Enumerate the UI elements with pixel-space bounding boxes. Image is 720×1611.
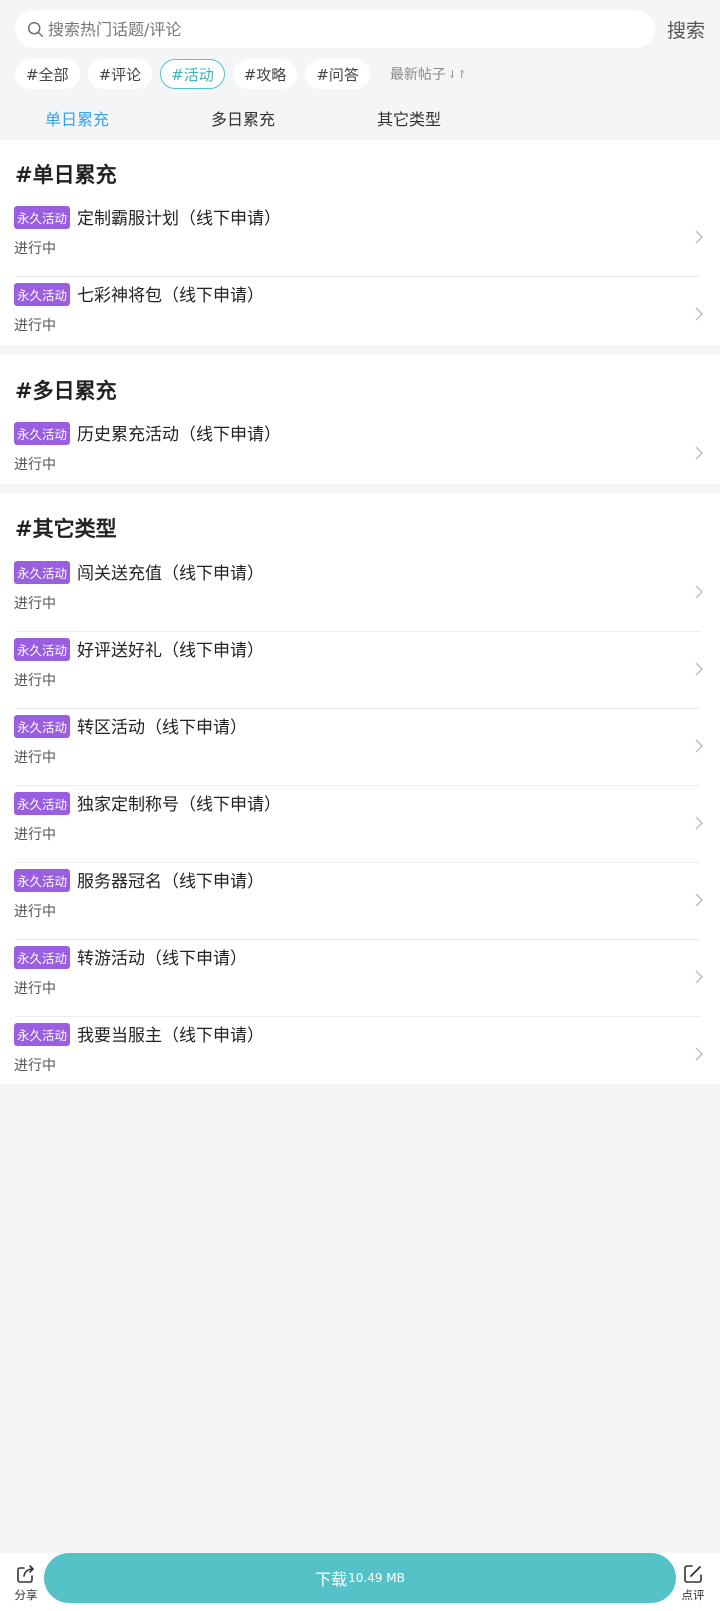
item-title: 服务器冠名（线下申请） — [77, 872, 264, 892]
share-icon — [17, 1565, 34, 1583]
permanent-badge: 永久活动 — [14, 638, 71, 661]
list-item[interactable]: 永久活动 转游活动（线下申请） 进行中 — [0, 940, 720, 1017]
chevron-right-icon — [695, 893, 703, 907]
share-button[interactable]: 分享 — [6, 1563, 46, 1603]
item-status: 进行中 — [14, 241, 56, 257]
chevron-right-icon — [695, 970, 703, 984]
chip-comment[interactable]: #评论 — [87, 59, 153, 89]
chevron-right-icon — [695, 662, 703, 676]
section-single-day: #单日累充 永久活动 定制霸服计划（线下申请） 进行中 永久活动 七彩神将包（线… — [0, 140, 720, 345]
permanent-badge: 永久活动 — [14, 946, 71, 969]
section-other: #其它类型 永久活动 闯关送充值（线下申请） 进行中 永久活动 好评送好礼（线下… — [0, 494, 720, 1084]
list-item[interactable]: 永久活动 好评送好礼（线下申请） 进行中 — [0, 632, 720, 709]
tab-other[interactable]: 其它类型 — [377, 106, 441, 130]
permanent-badge: 永久活动 — [14, 206, 71, 229]
section-title: #其它类型 — [15, 517, 117, 541]
search-row: 搜索 — [15, 10, 705, 48]
tab-single-day[interactable]: 单日累充 — [45, 106, 109, 130]
sort-icon: ⇃↾ — [447, 67, 467, 81]
permanent-badge: 永久活动 — [14, 422, 71, 445]
item-status: 进行中 — [14, 673, 56, 689]
permanent-badge: 永久活动 — [14, 1023, 71, 1046]
list-item[interactable]: 永久活动 闯关送充值（线下申请） 进行中 — [0, 555, 720, 632]
item-title: 我要当服主（线下申请） — [77, 1026, 264, 1046]
permanent-badge: 永久活动 — [14, 561, 71, 584]
item-status: 进行中 — [14, 981, 56, 997]
permanent-badge: 永久活动 — [14, 792, 71, 815]
list-item[interactable]: 永久活动 历史累充活动（线下申请） 进行中 — [0, 416, 720, 493]
section-title: #单日累充 — [15, 163, 117, 187]
list-item[interactable]: 永久活动 七彩神将包（线下申请） 进行中 — [0, 277, 720, 354]
review-label: 点评 — [681, 1588, 705, 1602]
bottom-bar: 分享 下载 10.49 MB 点评 — [0, 1553, 720, 1611]
chip-guide[interactable]: #攻略 — [232, 59, 298, 89]
search-button[interactable]: 搜索 — [667, 16, 705, 43]
item-status: 进行中 — [14, 904, 56, 920]
chevron-right-icon — [695, 230, 703, 244]
download-button[interactable]: 下载 10.49 MB — [44, 1553, 676, 1603]
item-title: 独家定制称号（线下申请） — [77, 795, 281, 815]
item-title: 七彩神将包（线下申请） — [77, 286, 264, 306]
item-status: 进行中 — [14, 750, 56, 766]
tab-multi-day[interactable]: 多日累充 — [211, 106, 275, 130]
sort-dropdown[interactable]: 最新帖子 ⇃↾ — [390, 64, 466, 84]
item-title: 转区活动（线下申请） — [77, 718, 247, 738]
item-title: 定制霸服计划（线下申请） — [77, 209, 281, 229]
chevron-right-icon — [695, 585, 703, 599]
sub-tabs: 单日累充 多日累充 其它类型 — [0, 106, 720, 136]
item-title: 闯关送充值（线下申请） — [77, 564, 264, 584]
filter-chips: #全部 #评论 #活动 #攻略 #问答 最新帖子 ⇃↾ — [15, 59, 466, 89]
sort-label: 最新帖子 — [389, 67, 446, 83]
section-multi-day: #多日累充 永久活动 历史累充活动（线下申请） 进行中 — [0, 355, 720, 484]
item-title: 好评送好礼（线下申请） — [77, 641, 264, 661]
download-size: 10.49 MB — [348, 1571, 405, 1585]
chevron-right-icon — [695, 739, 703, 753]
permanent-badge: 永久活动 — [14, 283, 71, 306]
item-status: 进行中 — [14, 1058, 56, 1074]
review-button[interactable]: 点评 — [673, 1563, 713, 1603]
permanent-badge: 永久活动 — [14, 869, 71, 892]
chevron-right-icon — [695, 816, 703, 830]
list-item[interactable]: 永久活动 转区活动（线下申请） 进行中 — [0, 709, 720, 786]
list-item[interactable]: 永久活动 定制霸服计划（线下申请） 进行中 — [0, 200, 720, 277]
chevron-right-icon — [695, 1047, 703, 1061]
list-item[interactable]: 永久活动 服务器冠名（线下申请） 进行中 — [0, 863, 720, 940]
chip-activity[interactable]: #活动 — [160, 59, 225, 89]
search-input[interactable] — [48, 19, 628, 39]
chevron-right-icon — [695, 307, 703, 321]
section-title: #多日累充 — [15, 379, 117, 403]
item-status: 进行中 — [14, 596, 56, 612]
search-icon — [28, 21, 43, 37]
item-title: 转游活动（线下申请） — [77, 949, 247, 969]
item-status: 进行中 — [14, 457, 56, 473]
chip-all[interactable]: #全部 — [15, 59, 80, 89]
permanent-badge: 永久活动 — [14, 715, 71, 738]
list-item[interactable]: 永久活动 独家定制称号（线下申请） 进行中 — [0, 786, 720, 863]
item-status: 进行中 — [14, 827, 56, 843]
list-item[interactable]: 永久活动 我要当服主（线下申请） 进行中 — [0, 1017, 720, 1094]
chip-qa[interactable]: #问答 — [305, 59, 370, 89]
edit-icon — [684, 1565, 702, 1583]
search-box[interactable] — [15, 10, 655, 48]
page: 搜索 #全部 #评论 #活动 #攻略 #问答 最新帖子 ⇃↾ 单日累充 多日累充… — [0, 0, 720, 1611]
item-status: 进行中 — [14, 318, 56, 334]
item-title: 历史累充活动（线下申请） — [77, 425, 281, 445]
download-label: 下载 — [315, 1570, 348, 1589]
chevron-right-icon — [695, 446, 703, 460]
share-label: 分享 — [14, 1588, 38, 1602]
